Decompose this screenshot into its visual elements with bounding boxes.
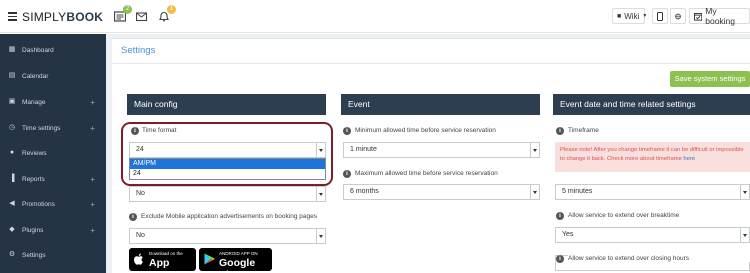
my-booking-button[interactable]: My booking: [689, 6, 750, 26]
sidebar-item-settings[interactable]: ⚙ Settings: [0, 247, 106, 263]
timeframe-warning: Please note! After you change timeframe …: [555, 142, 750, 172]
max-time-value: 6 months: [350, 188, 379, 195]
mail-icon[interactable]: [135, 11, 148, 22]
appstore-small-text: Download on the: [149, 251, 183, 256]
chevron-down-icon: [316, 229, 325, 243]
main-config-header: Main config: [127, 94, 326, 115]
googleplay-small-text: ANDROID APP ON: [219, 251, 258, 256]
sidebar-item-label: Settings: [22, 251, 46, 259]
hidden-setting-value: No: [136, 190, 145, 197]
google-play-badge[interactable]: ANDROID APP ON Google Play: [199, 248, 272, 273]
timeframe-select[interactable]: 5 minutes: [555, 184, 750, 200]
sidebar-item-reviews[interactable]: ● Reviews: [0, 145, 106, 161]
hidden-setting-select[interactable]: No: [129, 186, 326, 202]
info-icon[interactable]: i: [129, 213, 137, 221]
extend-breaktime-select[interactable]: Yes: [555, 227, 750, 243]
info-icon[interactable]: i: [343, 127, 351, 135]
expand-plus-icon[interactable]: +: [90, 200, 95, 209]
bar-chart-icon: ▐: [9, 175, 15, 182]
expand-plus-icon[interactable]: +: [90, 175, 95, 184]
brand-logo[interactable]: SIMPLYBOOK: [22, 10, 103, 24]
event-header: Event: [341, 94, 540, 115]
extend-breaktime-value: Yes: [562, 231, 574, 238]
expand-plus-icon[interactable]: +: [90, 98, 95, 107]
mobile-icon[interactable]: [652, 8, 668, 24]
briefcase-icon: ▣: [8, 98, 16, 105]
brand-second: BOOK: [66, 10, 104, 24]
puzzle-icon: ◆: [9, 226, 15, 233]
sidebar-item-label: Calendar: [22, 72, 49, 80]
appstore-big-text: App Store: [149, 257, 176, 273]
dashboard-icon: ▦: [8, 46, 16, 53]
apple-icon: [134, 253, 143, 265]
user-icon: ■: [617, 12, 622, 20]
max-time-select[interactable]: 6 months: [343, 184, 540, 200]
sidebar-item-dashboard[interactable]: ▦ Dashboard: [0, 42, 106, 58]
page-title: Settings: [121, 45, 156, 56]
wiki-dropdown[interactable]: ■ Wiki ▼: [612, 8, 648, 24]
globe-icon[interactable]: [670, 8, 686, 24]
event-datetime-header: Event date and time related settings: [553, 94, 750, 115]
news-badge: 2: [123, 5, 132, 14]
chevron-down-icon: [530, 143, 539, 157]
sidebar-item-label: Plugins: [22, 226, 44, 234]
my-booking-label: My booking: [705, 6, 736, 26]
sidebar-item-calendar[interactable]: ▤ Calendar: [0, 68, 106, 84]
googleplay-big-text: Google Play: [219, 257, 256, 273]
sidebar-item-plugins[interactable]: ◆ Plugins +: [0, 222, 106, 238]
sidebar-item-label: Reports: [22, 175, 45, 183]
mobile-ads-value: No: [136, 232, 145, 239]
sidebar-item-promotions[interactable]: ◀ Promotions +: [0, 196, 106, 212]
comments-icon: ●: [9, 149, 15, 156]
sidebar-item-label: Promotions: [22, 200, 55, 208]
calendar-icon: ▤: [8, 72, 16, 79]
gears-icon: ⚙: [8, 251, 16, 258]
hamburger-menu-icon[interactable]: [8, 12, 17, 21]
expand-plus-icon[interactable]: +: [90, 124, 95, 133]
calendar-check-icon: [694, 12, 703, 21]
notification-badge: 1: [167, 5, 176, 14]
chevron-down-icon: ▼: [642, 13, 648, 19]
min-time-label: Minimum allowed time before service rese…: [355, 127, 496, 134]
extend-closing-label: Allow service to extend over closing hou…: [568, 255, 750, 262]
sidebar-item-reports[interactable]: ▐ Reports +: [0, 171, 106, 187]
megaphone-icon: ◀: [9, 200, 15, 207]
chevron-down-icon: [316, 187, 325, 201]
info-icon[interactable]: i: [556, 212, 564, 220]
sidebar-item-label: Time settings: [22, 124, 61, 132]
title-divider: [112, 63, 750, 64]
news-icon[interactable]: 2: [113, 5, 132, 22]
sidebar-item-label: Reviews: [22, 149, 47, 157]
highlight-ring: [121, 122, 333, 186]
sidebar-item-label: Dashboard: [22, 46, 54, 54]
info-icon[interactable]: i: [556, 255, 564, 263]
brand-first: SIMPLY: [22, 10, 67, 24]
timeframe-help-link[interactable]: here: [683, 156, 695, 162]
timeframe-warning-text: Please note! After you change timeframe …: [560, 147, 744, 162]
top-bar: SIMPLYBOOK 2 1 ■ Wiki ▼ My booking: [0, 0, 750, 33]
max-time-label: Maximum allowed time before service rese…: [355, 170, 498, 177]
mobile-ads-select[interactable]: No: [129, 228, 326, 244]
chevron-down-icon: [740, 185, 749, 199]
mobile-ads-label: Exclude Mobile application advertisement…: [141, 213, 317, 220]
wiki-label: Wiki: [624, 11, 640, 21]
min-time-value: 1 minute: [350, 146, 377, 153]
bell-icon[interactable]: 1: [158, 5, 176, 22]
sidebar-item-label: Manage: [22, 98, 46, 106]
timeframe-label: Timeframe: [568, 127, 599, 134]
save-system-settings-button[interactable]: Save system settings: [670, 71, 750, 87]
expand-plus-icon[interactable]: +: [90, 226, 95, 235]
chevron-down-icon: [740, 228, 749, 242]
extend-breaktime-label: Allow service to extend over breaktime: [568, 212, 680, 219]
clock-icon: ◷: [8, 124, 16, 131]
chevron-down-icon: [530, 185, 539, 199]
min-time-select[interactable]: 1 minute: [343, 142, 540, 158]
google-play-icon: [204, 253, 215, 265]
sidebar-item-manage[interactable]: ▣ Manage +: [0, 94, 106, 110]
app-store-badge[interactable]: Download on the App Store: [129, 248, 196, 273]
info-icon[interactable]: i: [556, 127, 564, 135]
info-icon[interactable]: i: [343, 170, 351, 178]
timeframe-value: 5 minutes: [562, 188, 593, 195]
sidebar-item-time-settings[interactable]: ◷ Time settings +: [0, 120, 106, 136]
